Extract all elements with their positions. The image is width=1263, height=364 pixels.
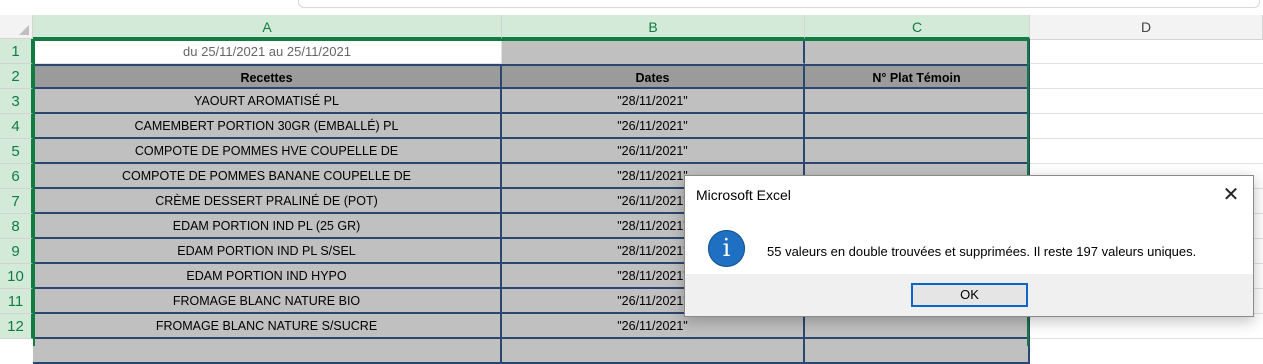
recette-cell[interactable]: FROMAGE BLANC NATURE BIO bbox=[33, 289, 502, 314]
cell-partial[interactable] bbox=[33, 339, 502, 364]
cell-c1[interactable] bbox=[805, 39, 1030, 64]
plat-temoin-cell[interactable] bbox=[805, 139, 1030, 164]
row-header[interactable]: 11 bbox=[0, 289, 33, 314]
close-icon[interactable]: ✕ bbox=[1219, 183, 1243, 207]
recette-cell[interactable]: FROMAGE BLANC NATURE S/SUCRE bbox=[33, 314, 502, 339]
ok-button[interactable]: OK bbox=[911, 283, 1028, 307]
date-cell[interactable]: "26/11/2021" bbox=[502, 114, 805, 139]
select-all-corner[interactable] bbox=[0, 15, 33, 39]
column-header-d[interactable]: D bbox=[1030, 15, 1263, 39]
info-icon: i bbox=[708, 230, 745, 267]
row-header[interactable]: 2 bbox=[0, 64, 33, 89]
header-plat-temoin[interactable]: N° Plat Témoin bbox=[805, 64, 1030, 89]
cell-d[interactable] bbox=[1030, 114, 1263, 139]
row-header[interactable]: 4 bbox=[0, 114, 33, 139]
row-header[interactable]: 5 bbox=[0, 139, 33, 164]
date-cell[interactable]: "26/11/2021" bbox=[502, 314, 805, 339]
recette-cell[interactable]: EDAM PORTION IND PL S/SEL bbox=[33, 239, 502, 264]
dialog-title: Microsoft Excel bbox=[696, 187, 791, 203]
row-header[interactable]: 3 bbox=[0, 89, 33, 114]
row-header[interactable]: 9 bbox=[0, 239, 33, 264]
cell-d[interactable] bbox=[1030, 314, 1263, 339]
header-recettes[interactable]: Recettes bbox=[33, 64, 502, 89]
cell-d[interactable] bbox=[1030, 39, 1263, 64]
row-header[interactable]: 7 bbox=[0, 189, 33, 214]
formula-bar-strip bbox=[0, 0, 1263, 15]
dialog-message: 55 valeurs en double trouvées et supprim… bbox=[767, 244, 1197, 259]
row-header[interactable]: 10 bbox=[0, 264, 33, 289]
recette-cell[interactable]: COMPOTE DE POMMES BANANE COUPELLE DE bbox=[33, 164, 502, 189]
row-header[interactable]: 1 bbox=[0, 39, 33, 64]
recette-cell[interactable]: YAOURT AROMATISÉ PL bbox=[33, 89, 502, 114]
header-dates[interactable]: Dates bbox=[502, 64, 805, 89]
recette-cell[interactable]: EDAM PORTION IND PL (25 GR) bbox=[33, 214, 502, 239]
column-header-a[interactable]: A bbox=[33, 15, 502, 39]
cell-partial[interactable] bbox=[502, 339, 805, 364]
column-header-c[interactable]: C bbox=[805, 15, 1030, 39]
period-cell[interactable]: du 25/11/2021 au 25/11/2021 bbox=[33, 39, 502, 64]
plat-temoin-cell[interactable] bbox=[805, 314, 1030, 339]
message-dialog: Microsoft Excel ✕ i 55 valeurs en double… bbox=[684, 175, 1254, 317]
recette-cell[interactable]: COMPOTE DE POMMES HVE COUPELLE DE bbox=[33, 139, 502, 164]
recette-cell[interactable]: CAMEMBERT PORTION 30GR (EMBALLÉ) PL bbox=[33, 114, 502, 139]
cell-d[interactable] bbox=[1030, 89, 1263, 114]
row-header[interactable]: 8 bbox=[0, 214, 33, 239]
recette-cell[interactable]: EDAM PORTION IND HYPO bbox=[33, 264, 502, 289]
cell-d[interactable] bbox=[1030, 64, 1263, 89]
row-header[interactable]: 6 bbox=[0, 164, 33, 189]
recette-cell[interactable]: CRÈME DESSERT PRALINÉ DE (POT) bbox=[33, 189, 502, 214]
date-cell[interactable]: "28/11/2021" bbox=[502, 89, 805, 114]
cell-d[interactable] bbox=[1030, 139, 1263, 164]
cell-partial[interactable] bbox=[805, 339, 1030, 364]
plat-temoin-cell[interactable] bbox=[805, 89, 1030, 114]
column-header-b[interactable]: B bbox=[502, 15, 805, 39]
plat-temoin-cell[interactable] bbox=[805, 114, 1030, 139]
date-cell[interactable]: "26/11/2021" bbox=[502, 139, 805, 164]
formula-bar[interactable] bbox=[298, 0, 1260, 8]
row-header[interactable]: 12 bbox=[0, 314, 33, 339]
dialog-body: i 55 valeurs en double trouvées et suppr… bbox=[685, 214, 1253, 274]
cell-b1[interactable] bbox=[502, 39, 805, 64]
